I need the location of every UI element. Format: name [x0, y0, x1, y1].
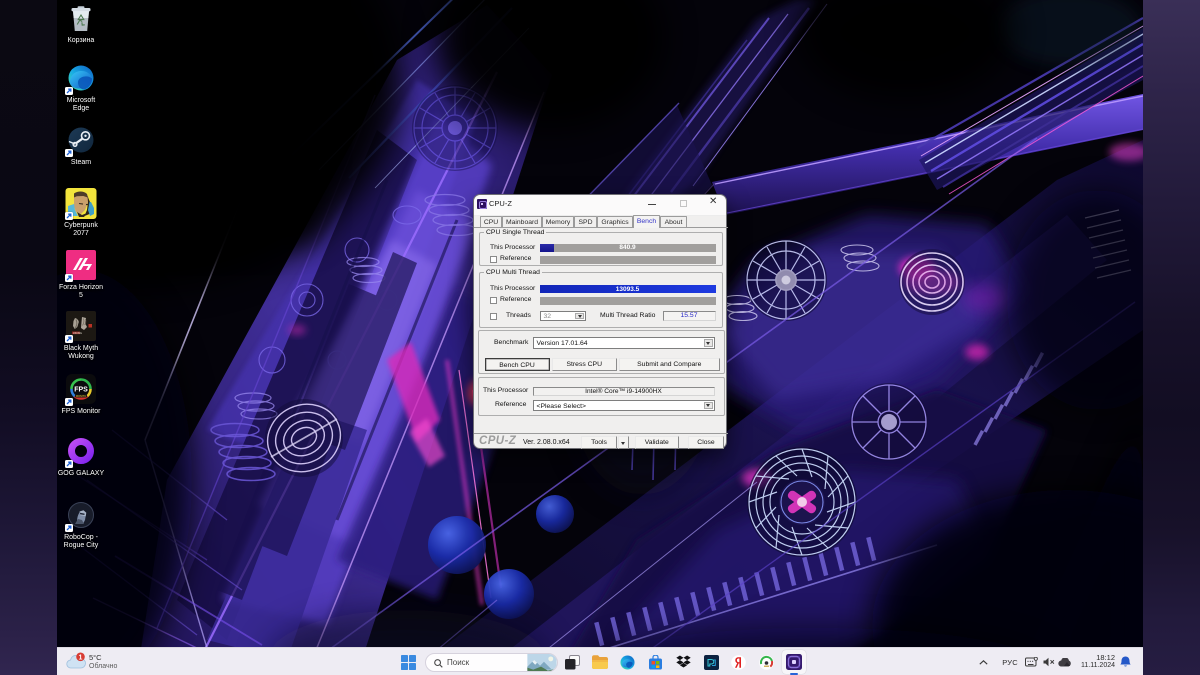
svg-text:1: 1 [79, 655, 83, 662]
svg-text:MONITU: MONITU [76, 394, 86, 398]
svg-text:JIKONG: JIKONG [73, 332, 82, 335]
svg-text:FPS: FPS [74, 387, 88, 394]
